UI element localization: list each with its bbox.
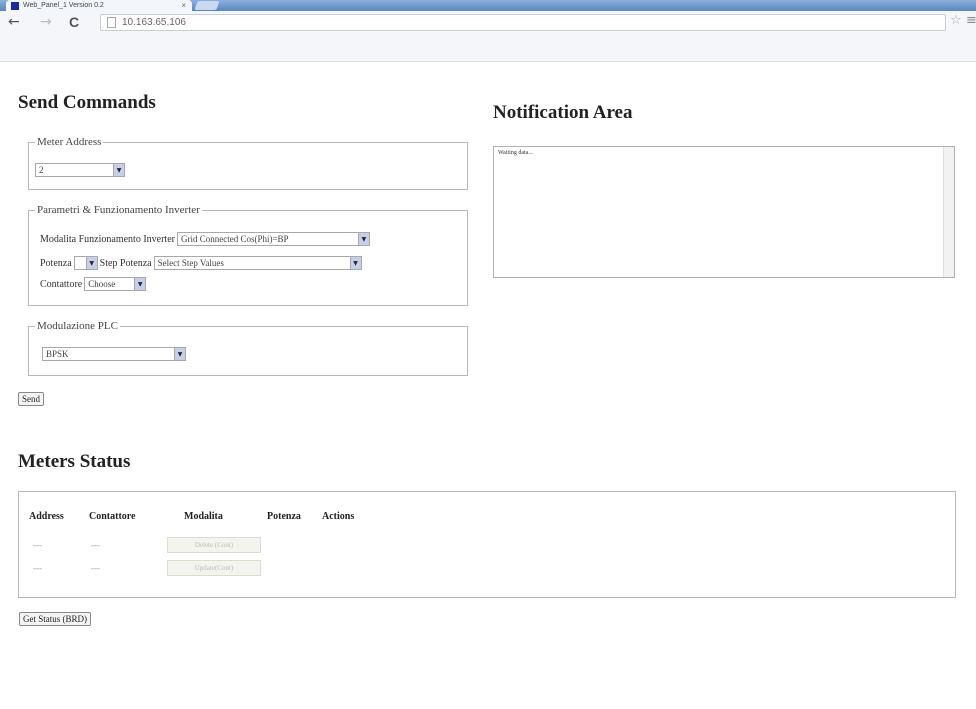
browser-toolbar: ← → C 10.163.65.106 ☆ ≡ (0, 11, 976, 62)
row2-address: --- (33, 563, 42, 573)
plc-legend: Modulazione PLC (37, 320, 118, 332)
column-header-mode: Modalita (184, 511, 223, 522)
chevron-down-icon: ▼ (113, 164, 124, 176)
inverter-mode-label: Modalita Funzionamento Inverter (40, 233, 175, 245)
step-power-select[interactable]: Select Step Values ▼ (153, 256, 362, 270)
row2-mode-button[interactable]: Update(Cont) (167, 560, 261, 576)
chevron-down-icon: ▼ (357, 233, 369, 245)
contactor-select[interactable]: Choose ▼ (84, 277, 147, 291)
column-header-contactor: Contattore (89, 511, 136, 522)
notification-scrollbar[interactable] (943, 147, 954, 277)
browser-tab[interactable]: Web_Panel_1 Version 0.2 × (6, 0, 192, 11)
column-header-actions: Actions (322, 511, 355, 522)
chevron-down-icon: ▼ (134, 278, 146, 290)
get-status-button[interactable]: Get Status (BRD) (19, 612, 91, 626)
inverter-legend: Parametri & Funzionamento Inverter (37, 204, 200, 216)
plc-modulation-value: BPSK (46, 349, 69, 359)
meters-status-table: Address Contattore Modalita Potenza Acti… (18, 491, 956, 598)
send-commands-title: Send Commands (18, 92, 156, 113)
row1-mode-button[interactable]: Delete (Cont) (167, 537, 261, 553)
power-select[interactable]: ▼ (73, 256, 98, 270)
favicon-icon (11, 1, 19, 10)
step-power-value: Select Step Values (157, 258, 224, 268)
chevron-down-icon: ▼ (174, 348, 185, 360)
bookmark-star-icon[interactable]: ☆ (950, 13, 962, 28)
notification-textarea[interactable]: Waiting data... (493, 146, 955, 278)
meter-address-value: 2 (39, 165, 44, 175)
meter-address-legend: Meter Address (37, 136, 102, 148)
meter-address-select[interactable]: 2 ▼ (35, 163, 125, 177)
row1-contactor: --- (91, 540, 100, 550)
forward-icon[interactable]: → (40, 14, 52, 30)
new-tab-button[interactable] (194, 1, 220, 10)
tab-strip: Web_Panel_1 Version 0.2 × (0, 0, 976, 11)
contactor-label: Contattore (40, 278, 83, 290)
chevron-down-icon: ▼ (349, 257, 361, 269)
back-icon[interactable]: ← (8, 14, 20, 30)
notification-text: Waiting data... (498, 150, 533, 156)
reload-icon[interactable]: C (69, 14, 79, 30)
notification-area-title: Notification Area (493, 102, 633, 123)
tab-title: Web_Panel_1 Version 0.2 (23, 2, 104, 9)
inverter-mode-value: Grid Connected Cos(Phi)=BP (180, 234, 289, 244)
column-header-power: Potenza (267, 511, 301, 522)
send-button[interactable]: Send (18, 392, 44, 406)
row1-address: --- (33, 540, 42, 550)
plc-modulation-select[interactable]: BPSK ▼ (42, 347, 186, 361)
address-bar[interactable]: 10.163.65.106 (100, 14, 946, 31)
meters-status-title: Meters Status (18, 451, 131, 472)
url-text: 10.163.65.106 (122, 17, 186, 28)
inverter-mode-select[interactable]: Grid Connected Cos(Phi)=BP ▼ (176, 232, 370, 246)
close-icon[interactable]: × (181, 1, 186, 10)
step-power-label: Step Potenza (99, 257, 152, 269)
column-header-address: Address (29, 511, 64, 522)
page-icon (107, 17, 116, 28)
power-label: Potenza (40, 257, 72, 269)
contactor-value: Choose (88, 279, 116, 289)
chevron-down-icon: ▼ (85, 257, 97, 269)
menu-icon[interactable]: ≡ (966, 13, 976, 28)
row2-contactor: --- (91, 563, 100, 573)
